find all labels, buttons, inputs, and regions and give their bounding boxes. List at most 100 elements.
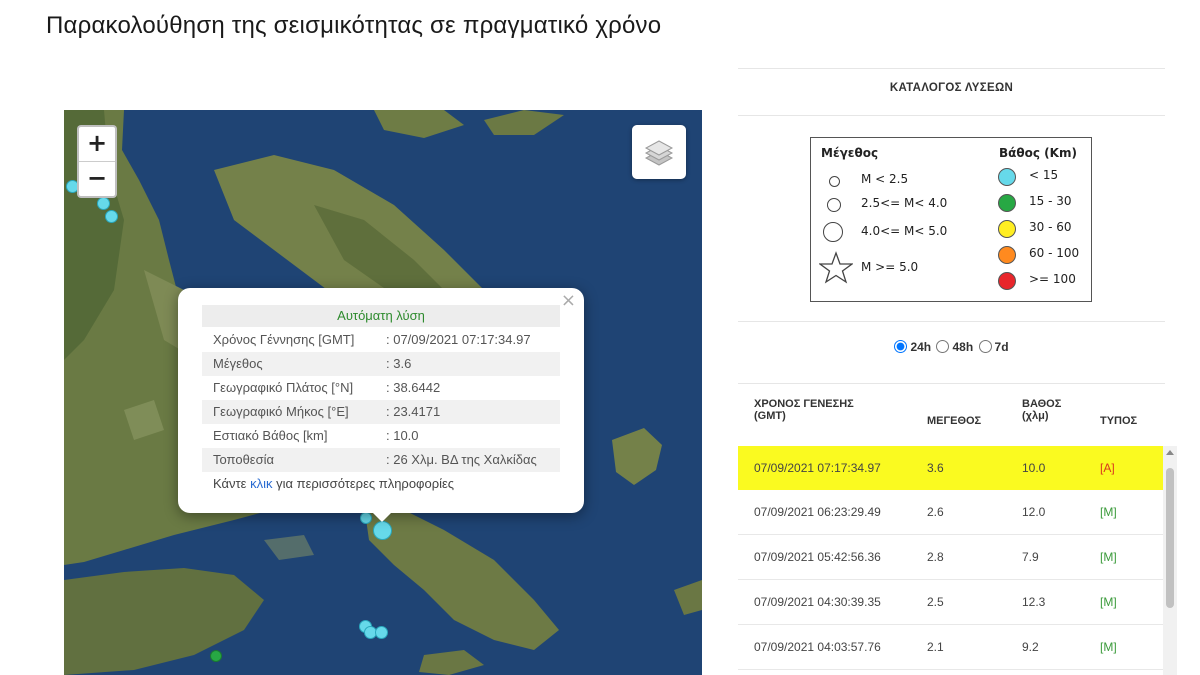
cell-depth: 12.3 bbox=[1022, 595, 1046, 609]
table-row[interactable]: 07/09/2021 05:42:56.36 2.8 7.9 [M] bbox=[738, 535, 1165, 579]
depth-yellow-icon bbox=[998, 220, 1016, 238]
legend-magnitude-label: 2.5<= M< 4.0 bbox=[861, 196, 948, 210]
popup-close-button[interactable]: × bbox=[561, 290, 576, 311]
earthquake-marker[interactable] bbox=[97, 197, 110, 210]
cell-type: [A] bbox=[1100, 461, 1115, 475]
legend-magnitude-label: 4.0<= M< 5.0 bbox=[861, 224, 948, 238]
cell-magnitude: 2.1 bbox=[927, 640, 944, 654]
range-label: 7d bbox=[994, 340, 1009, 354]
header-line: ΧΡΟΝΟΣ ΓΕΝΕΣΗΣ bbox=[754, 398, 854, 410]
time-range-selector: 24h 48h 7d bbox=[738, 340, 1165, 354]
more-info-link[interactable]: κλικ bbox=[250, 476, 272, 491]
popup-row: Εστιακό Βάθος [km] : 10.0 bbox=[202, 424, 560, 448]
column-header-time[interactable]: ΧΡΟΝΟΣ ΓΕΝΕΣΗΣ (GMT) bbox=[754, 398, 854, 422]
cell-time: 07/09/2021 05:42:56.36 bbox=[754, 550, 881, 564]
depth-red-icon bbox=[998, 272, 1016, 290]
range-radio-48h[interactable] bbox=[936, 340, 950, 353]
magnitude-small-icon bbox=[829, 176, 840, 187]
popup-row-label: Γεωγραφικό Πλάτος [°N] bbox=[213, 380, 354, 395]
legend-depth-header: Βάθος (Km) bbox=[999, 146, 1077, 160]
popup-footer: Κάντε κλικ για περισσότερες πληροφορίες bbox=[213, 476, 454, 491]
zoom-control: + − bbox=[77, 125, 117, 198]
divider bbox=[738, 115, 1165, 116]
cell-time: 07/09/2021 06:23:29.49 bbox=[754, 505, 881, 519]
cell-depth: 7.9 bbox=[1022, 550, 1039, 564]
table-row[interactable]: 07/09/2021 06:23:29.49 2.6 12.0 [M] bbox=[738, 490, 1165, 534]
zoom-out-button[interactable]: − bbox=[79, 161, 115, 196]
catalog-panel: ΚΑΤΑΛΟΓΟΣ ΛΥΣΕΩΝ Μέγεθος Βάθος (Km) M < … bbox=[738, 68, 1165, 675]
divider bbox=[738, 383, 1165, 384]
popup-tip bbox=[370, 510, 394, 522]
depth-orange-icon bbox=[998, 246, 1016, 264]
earthquake-marker[interactable] bbox=[105, 210, 118, 223]
legend-depth-label: 30 - 60 bbox=[1029, 220, 1072, 234]
earthquake-marker[interactable] bbox=[210, 650, 222, 662]
popup-row-value: : 38.6442 bbox=[386, 380, 441, 395]
range-option-24h[interactable]: 24h bbox=[894, 340, 931, 354]
cell-magnitude: 2.8 bbox=[927, 550, 944, 564]
column-header-magnitude[interactable]: ΜΕΓΕΘΟΣ bbox=[927, 415, 981, 427]
cell-type: [M] bbox=[1100, 595, 1117, 609]
popup-row-label: Εστιακό Βάθος [km] bbox=[213, 428, 328, 443]
popup-row-value: : 10.0 bbox=[386, 428, 419, 443]
header-line: ΒΑΘΟΣ bbox=[1022, 398, 1062, 410]
legend-magnitude-header: Μέγεθος bbox=[821, 146, 879, 160]
catalog-title: ΚΑΤΑΛΟΓΟΣ ΛΥΣΕΩΝ bbox=[889, 82, 1014, 94]
magnitude-large-icon bbox=[823, 222, 843, 242]
cell-type: [M] bbox=[1100, 550, 1117, 564]
range-option-7d[interactable]: 7d bbox=[978, 340, 1009, 354]
cell-magnitude: 2.6 bbox=[927, 505, 944, 519]
table-row-selected[interactable]: 07/09/2021 07:17:34.97 3.6 10.0 [A] bbox=[738, 446, 1165, 490]
depth-green-icon bbox=[998, 194, 1016, 212]
header-line: (GMT) bbox=[754, 410, 786, 422]
header-line: ΤΥΠΟΣ bbox=[1100, 415, 1138, 427]
range-option-48h[interactable]: 48h bbox=[936, 340, 973, 354]
cell-magnitude: 2.5 bbox=[927, 595, 944, 609]
popup-row-label: Τοποθεσία bbox=[213, 452, 275, 467]
cell-time: 07/09/2021 04:03:57.76 bbox=[754, 640, 881, 654]
earthquake-marker[interactable] bbox=[375, 626, 388, 639]
legend-depth-label: >= 100 bbox=[1029, 272, 1076, 286]
depth-cyan-icon bbox=[998, 168, 1016, 186]
popup-row: Μέγεθος : 3.6 bbox=[202, 352, 560, 376]
table-row[interactable]: 07/09/2021 04:03:57.76 2.1 9.2 [M] bbox=[738, 625, 1165, 669]
cell-type: [M] bbox=[1100, 640, 1117, 654]
layers-button[interactable] bbox=[632, 125, 686, 179]
cell-depth: 9.2 bbox=[1022, 640, 1039, 654]
magnitude-medium-icon bbox=[827, 198, 841, 212]
popup-row-value: : 3.6 bbox=[386, 356, 412, 371]
star-icon bbox=[819, 251, 853, 284]
divider bbox=[738, 68, 1165, 69]
column-header-type[interactable]: ΤΥΠΟΣ bbox=[1100, 415, 1137, 427]
table-scrollbar[interactable] bbox=[1163, 446, 1177, 675]
popup-row-label: Γεωγραφικό Μήκος [°E] bbox=[213, 404, 349, 419]
range-label: 48h bbox=[952, 340, 974, 354]
popup-footer-post: για περισσότερες πληροφορίες bbox=[272, 476, 455, 491]
popup-footer-pre: Κάντε bbox=[213, 476, 251, 491]
scroll-up-icon[interactable] bbox=[1166, 450, 1174, 455]
seismic-map[interactable]: + − × Αυτόματη λύση Χρόνος Γέννησης [GMT… bbox=[64, 110, 702, 675]
popup-row-value: : 26 Χλμ. ΒΔ της Χαλκίδας bbox=[386, 452, 537, 467]
range-label: 24h bbox=[910, 340, 932, 354]
header-line: (χλμ) bbox=[1022, 410, 1049, 422]
page-title: Παρακολούθηση της σεισμικότητας σε πραγμ… bbox=[46, 12, 662, 39]
table-row[interactable]: 07/09/2021 04:30:39.35 2.5 12.3 [M] bbox=[738, 580, 1165, 624]
legend-depth-label: 15 - 30 bbox=[1029, 194, 1072, 208]
range-radio-7d[interactable] bbox=[978, 340, 992, 353]
cell-time: 07/09/2021 04:30:39.35 bbox=[754, 595, 881, 609]
range-radio-24h[interactable] bbox=[894, 340, 908, 353]
popup-row-value: : 07/09/2021 07:17:34.97 bbox=[386, 332, 531, 347]
cell-depth: 10.0 bbox=[1022, 461, 1046, 475]
cell-time: 07/09/2021 07:17:34.97 bbox=[754, 461, 881, 475]
popup-header: Αυτόματη λύση bbox=[202, 305, 560, 327]
popup-row: Γεωγραφικό Μήκος [°E] : 23.4171 bbox=[202, 400, 560, 424]
legend-magnitude-label: M >= 5.0 bbox=[861, 260, 919, 274]
scrollbar-thumb[interactable] bbox=[1166, 468, 1174, 608]
cell-depth: 12.0 bbox=[1022, 505, 1046, 519]
column-header-depth[interactable]: ΒΑΘΟΣ (χλμ) bbox=[1022, 398, 1061, 422]
earthquake-marker-selected[interactable] bbox=[373, 521, 392, 540]
cell-magnitude: 3.6 bbox=[927, 461, 944, 475]
zoom-in-button[interactable]: + bbox=[79, 127, 115, 161]
legend-magnitude-label: M < 2.5 bbox=[861, 172, 909, 186]
row-divider bbox=[738, 669, 1165, 670]
